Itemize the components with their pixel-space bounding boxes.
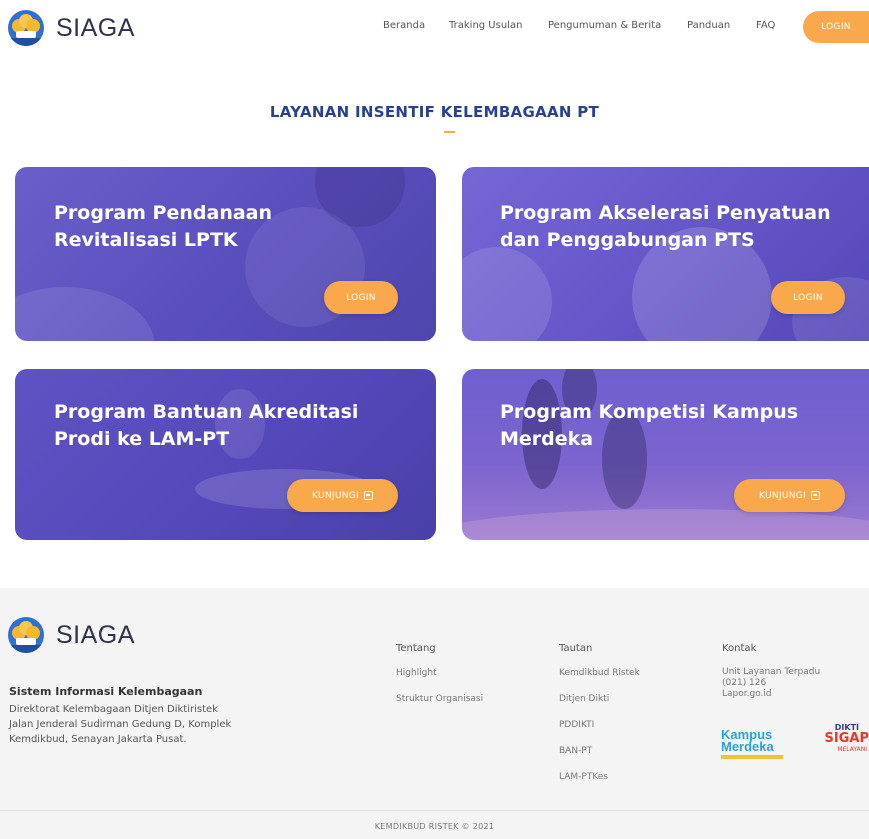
footer-divider bbox=[0, 810, 869, 811]
navbar: SIAGA Beranda Traking Usulan Pengumuman … bbox=[0, 0, 869, 60]
footer-link-pddikti[interactable]: PDDIKTI bbox=[559, 720, 594, 730]
card-title: Program Kompetisi Kampus Merdeka bbox=[500, 401, 799, 450]
nav-panduan[interactable]: Panduan bbox=[687, 20, 730, 31]
nav-faq[interactable]: FAQ bbox=[756, 20, 775, 31]
main-menu: Beranda Traking Usulan Pengumuman & Beri… bbox=[0, 20, 869, 40]
footer-link-highlight[interactable]: Highlight bbox=[396, 668, 437, 678]
brand-name: SIAGA bbox=[56, 620, 135, 649]
program-card-bantuan-akreditasi: Program Bantuan Akreditasi Prodi ke LAM-… bbox=[15, 369, 436, 540]
footer-brand[interactable]: SIAGA bbox=[8, 617, 135, 653]
footer-link-struktur-organisasi[interactable]: Struktur Organisasi bbox=[396, 694, 483, 704]
nav-beranda[interactable]: Beranda bbox=[383, 20, 425, 31]
card-title: Program Bantuan Akreditasi Prodi ke LAM-… bbox=[54, 401, 359, 450]
footer-link-lam-ptkes[interactable]: LAM-PTKes bbox=[559, 772, 608, 782]
kampus-merdeka-logo[interactable]: Kampus Merdeka bbox=[721, 728, 787, 767]
section-title: LAYANAN INSENTIF KELEMBAGAAN PT bbox=[269, 103, 600, 121]
title-underline bbox=[444, 131, 455, 133]
login-button[interactable]: LOGIN bbox=[803, 11, 869, 43]
external-link-icon bbox=[810, 491, 820, 500]
footer-tautan-title: Tautan bbox=[559, 643, 593, 654]
card-login-button[interactable]: LOGIN bbox=[324, 281, 398, 314]
card-login-button[interactable]: LOGIN bbox=[771, 281, 845, 314]
nav-pengumuman-berita[interactable]: Pengumuman & Berita bbox=[548, 20, 661, 31]
footer-link-kemdikbud-ristek[interactable]: Kemdikbud Ristek bbox=[559, 668, 640, 678]
tut-wuri-logo-icon bbox=[8, 617, 44, 653]
card-title: Program Akselerasi Penyatuan dan Penggab… bbox=[500, 202, 831, 251]
footer-tentang-title: Tentang bbox=[396, 643, 436, 654]
footer-kontak-title: Kontak bbox=[722, 643, 757, 654]
org-name: Sistem Informasi Kelembagaan bbox=[9, 685, 203, 698]
nav-traking-usulan[interactable]: Traking Usulan bbox=[449, 20, 522, 31]
card-title: Program Pendanaan Revitalisasi LPTK bbox=[54, 202, 273, 251]
footer-link-ditjen-dikti[interactable]: Ditjen Dikti bbox=[559, 694, 609, 704]
contact-info: Unit Layanan Terpadu (021) 126 Lapor.go.… bbox=[722, 667, 821, 699]
program-card-akselerasi-pts: Program Akselerasi Penyatuan dan Penggab… bbox=[462, 167, 869, 341]
card-kunjungi-button[interactable]: KUNJUNGI bbox=[734, 479, 845, 512]
footer: SIAGA Sistem Informasi Kelembagaan Direk… bbox=[0, 588, 869, 839]
card-kunjungi-button[interactable]: KUNJUNGI bbox=[287, 479, 398, 512]
dikti-sigap-logo[interactable]: DIKTI SIGAP MELAYANI bbox=[807, 723, 869, 759]
org-address: Direktorat Kelembagaan Ditjen Diktiriste… bbox=[9, 704, 232, 745]
copyright: KEMDIKBUD RISTEK © 2021 bbox=[374, 822, 495, 831]
footer-link-ban-pt[interactable]: BAN-PT bbox=[559, 746, 592, 756]
external-link-icon bbox=[363, 491, 373, 500]
program-card-kompetisi-kampus-merdeka: Program Kompetisi Kampus Merdeka KUNJUNG… bbox=[462, 369, 869, 540]
program-card-revitalisasi-lptk: Program Pendanaan Revitalisasi LPTK LOGI… bbox=[15, 167, 436, 341]
